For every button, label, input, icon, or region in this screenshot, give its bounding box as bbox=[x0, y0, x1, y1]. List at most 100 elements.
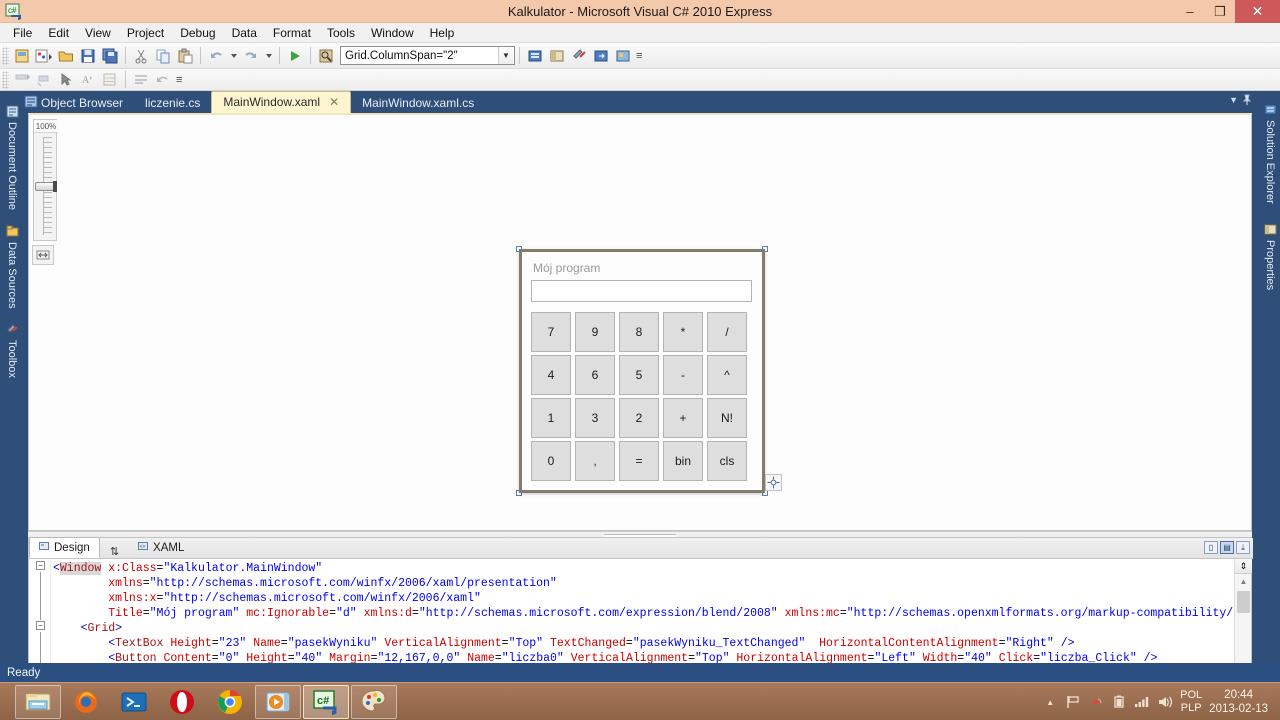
zoom-slider-thumb[interactable] bbox=[35, 182, 55, 191]
taskbar-media-player-icon[interactable] bbox=[255, 684, 301, 719]
grid-icon[interactable] bbox=[99, 69, 121, 91]
taskbar-visual-csharp-icon[interactable]: c# bbox=[303, 684, 349, 719]
toolbox-icon[interactable] bbox=[568, 45, 590, 67]
xaml-designer-surface[interactable]: 100% Mój program 7 9 8 * / 4 6 5 - ^ 1 3… bbox=[28, 113, 1252, 531]
calc-button-power[interactable]: ^ bbox=[707, 355, 747, 395]
result-textbox[interactable] bbox=[531, 280, 752, 302]
start-button[interactable] bbox=[0, 683, 14, 720]
redo-dropdown-icon[interactable] bbox=[262, 45, 275, 67]
calc-button-divide[interactable]: / bbox=[707, 312, 747, 352]
align-left-icon[interactable] bbox=[11, 69, 33, 91]
sidebar-item-properties[interactable]: Properties bbox=[1260, 219, 1280, 298]
vertical-split-button[interactable]: ▯ bbox=[1204, 541, 1218, 554]
tab-object-browser[interactable]: Object Browser bbox=[30, 94, 134, 113]
menu-file[interactable]: File bbox=[5, 23, 40, 43]
taskbar-opera-icon[interactable] bbox=[159, 685, 205, 719]
volume-icon[interactable] bbox=[1157, 694, 1173, 710]
pointer-icon[interactable] bbox=[55, 69, 77, 91]
cut-icon[interactable] bbox=[130, 45, 152, 67]
menu-view[interactable]: View bbox=[77, 23, 119, 43]
taskbar-firefox-icon[interactable] bbox=[63, 685, 109, 719]
calc-button-3[interactable]: 3 bbox=[575, 398, 615, 438]
paste-icon[interactable] bbox=[174, 45, 196, 67]
zoom-fit-button[interactable] bbox=[32, 245, 54, 265]
toolbar-overflow-icon[interactable]: ≡ bbox=[176, 74, 182, 86]
properties-window-icon[interactable] bbox=[546, 45, 568, 67]
editor-vertical-scrollbar[interactable]: ⇕ ▲ ▼ bbox=[1234, 559, 1252, 679]
add-new-item-icon[interactable] bbox=[33, 45, 55, 67]
reset-layout-icon[interactable] bbox=[152, 69, 174, 91]
resize-adorner-icon[interactable] bbox=[765, 474, 782, 491]
menu-data[interactable]: Data bbox=[224, 23, 265, 43]
taskbar-paint-icon[interactable] bbox=[351, 684, 397, 719]
redo-icon[interactable] bbox=[240, 45, 262, 67]
calc-button-equals[interactable]: = bbox=[619, 441, 659, 481]
tab-liczenie-cs[interactable]: liczenie.cs bbox=[134, 94, 211, 113]
taskbar-powershell-icon[interactable] bbox=[111, 685, 157, 719]
start-debugging-icon[interactable] bbox=[284, 45, 306, 67]
flag-icon[interactable] bbox=[1065, 694, 1081, 710]
calc-button-0[interactable]: 0 bbox=[531, 441, 571, 481]
solution-explorer-icon[interactable] bbox=[524, 45, 546, 67]
calc-button-minus[interactable]: - bbox=[663, 355, 703, 395]
tab-mainwindow-xaml[interactable]: MainWindow.xaml ✕ bbox=[211, 91, 352, 113]
toolbar-grip[interactable] bbox=[2, 46, 9, 65]
calc-button-factorial[interactable]: N! bbox=[707, 398, 747, 438]
save-all-icon[interactable] bbox=[99, 45, 121, 67]
distribute-icon[interactable] bbox=[130, 69, 152, 91]
menu-format[interactable]: Format bbox=[265, 23, 319, 43]
calc-button-cls[interactable]: cls bbox=[707, 441, 747, 481]
calc-button-1[interactable]: 1 bbox=[531, 398, 571, 438]
property-combo[interactable]: Grid.ColumnSpan="2" ▼ bbox=[340, 46, 515, 65]
menu-project[interactable]: Project bbox=[119, 23, 172, 43]
action-center-icon[interactable] bbox=[1088, 694, 1104, 710]
show-hidden-icons-icon[interactable]: ▲ bbox=[1042, 694, 1058, 710]
toolbar-grip[interactable] bbox=[2, 70, 9, 89]
undo-icon[interactable] bbox=[205, 45, 227, 67]
save-icon[interactable] bbox=[77, 45, 99, 67]
vertical-scroll-thumb[interactable] bbox=[1237, 591, 1250, 613]
tab-xaml[interactable]: <> XAML bbox=[129, 538, 193, 558]
menu-help[interactable]: Help bbox=[422, 23, 463, 43]
designer-zoom-control[interactable]: 100% bbox=[33, 119, 58, 241]
split-view-handle[interactable]: ⇕ bbox=[1235, 559, 1252, 574]
font-icon[interactable]: A bbox=[77, 69, 99, 91]
calc-button-2[interactable]: 2 bbox=[619, 398, 659, 438]
clock[interactable]: 20:44 2013-02-13 bbox=[1209, 688, 1274, 716]
collapse-pane-button[interactable]: ⤓ bbox=[1236, 541, 1250, 554]
calc-button-multiply[interactable]: * bbox=[663, 312, 703, 352]
language-indicator[interactable]: POL PLP bbox=[1180, 689, 1202, 715]
menu-edit[interactable]: Edit bbox=[40, 23, 77, 43]
calc-button-6[interactable]: 6 bbox=[575, 355, 615, 395]
calc-button-comma[interactable]: , bbox=[575, 441, 615, 481]
calc-button-8[interactable]: 8 bbox=[619, 312, 659, 352]
tab-mainwindow-xaml-cs[interactable]: MainWindow.xaml.cs bbox=[351, 94, 485, 113]
maximize-button[interactable]: ❐ bbox=[1205, 0, 1235, 23]
menu-debug[interactable]: Debug bbox=[172, 23, 223, 43]
sidebar-item-toolbox[interactable]: Toolbox bbox=[2, 319, 22, 386]
taskbar-chrome-icon[interactable] bbox=[207, 685, 253, 719]
taskbar-file-explorer-icon[interactable] bbox=[15, 684, 61, 719]
calc-button-9[interactable]: 9 bbox=[575, 312, 615, 352]
swap-panes-icon[interactable]: ⇅ bbox=[100, 545, 129, 558]
find-in-files-icon[interactable] bbox=[315, 45, 337, 67]
chevron-down-icon[interactable]: ▼ bbox=[498, 47, 513, 64]
scroll-up-arrow-icon[interactable]: ▲ bbox=[1235, 574, 1252, 589]
pin-icon[interactable] bbox=[1241, 94, 1254, 107]
calc-button-plus[interactable]: + bbox=[663, 398, 703, 438]
menu-tools[interactable]: Tools bbox=[319, 23, 363, 43]
tab-design[interactable]: Design bbox=[29, 537, 100, 558]
close-button[interactable]: ✕ bbox=[1235, 0, 1280, 23]
collapse-toggle-grid[interactable]: − bbox=[36, 621, 45, 630]
sidebar-item-solution-explorer[interactable]: Solution Explorer bbox=[1260, 99, 1280, 212]
design-window[interactable]: Mój program 7 9 8 * / 4 6 5 - ^ 1 3 2 + … bbox=[519, 249, 765, 493]
calc-button-5[interactable]: 5 bbox=[619, 355, 659, 395]
object-browser-icon[interactable] bbox=[590, 45, 612, 67]
sidebar-item-document-outline[interactable]: Document Outline bbox=[2, 101, 22, 218]
extension-manager-icon[interactable] bbox=[612, 45, 634, 67]
toolbar-overflow-icon[interactable]: ≡ bbox=[636, 50, 642, 62]
undo-dropdown-icon[interactable] bbox=[227, 45, 240, 67]
horizontal-split-button[interactable]: ▤ bbox=[1220, 541, 1234, 554]
calc-button-bin[interactable]: bin bbox=[663, 441, 703, 481]
menu-window[interactable]: Window bbox=[363, 23, 422, 43]
